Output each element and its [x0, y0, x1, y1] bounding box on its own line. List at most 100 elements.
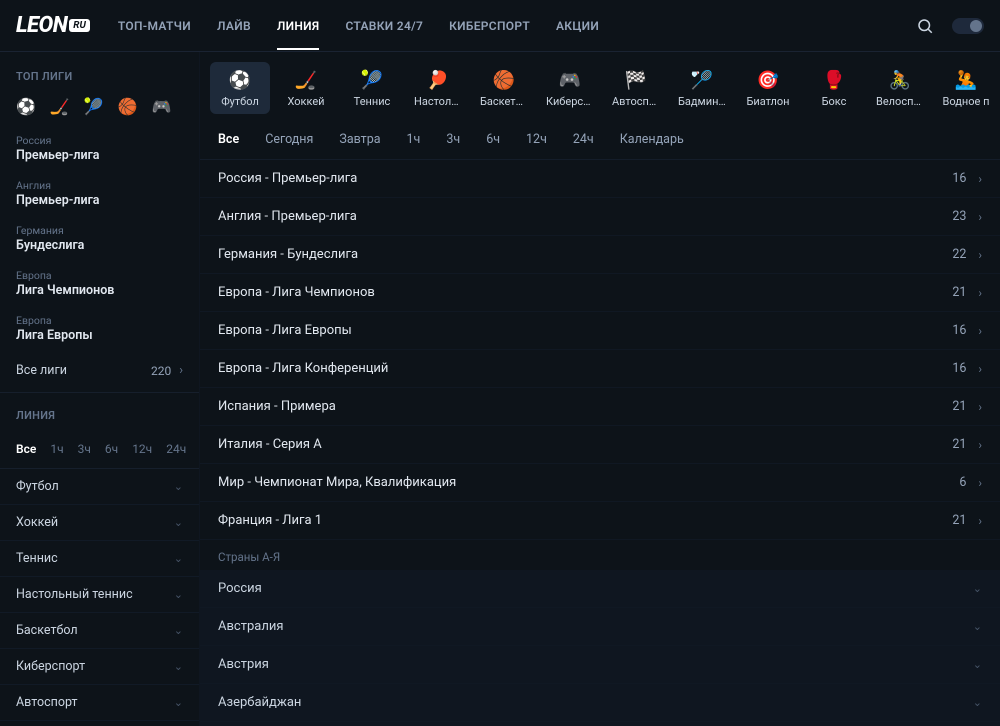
sport-label: Настольный теннис	[16, 587, 133, 602]
country-row[interactable]: Россия ⌄	[200, 570, 1000, 608]
chevron-down-icon: ⌄	[174, 552, 183, 565]
sport-tab[interactable]: 🏸 Бадминтон	[672, 62, 732, 114]
theme-toggle[interactable]	[952, 18, 984, 34]
chevron-down-icon: ⌄	[973, 696, 982, 709]
sidebar-league[interactable]: Англия Премьер-лига	[0, 173, 199, 218]
sport-tab-label: Баскетбол	[480, 95, 528, 108]
time-filter-tab[interactable]: Завтра	[339, 132, 380, 147]
sidebar-time-tab[interactable]: 1ч	[50, 442, 63, 456]
logo[interactable]: LEON RU	[16, 13, 90, 38]
nav-item[interactable]: ЛАЙВ	[217, 19, 251, 33]
chevron-down-icon: ⌄	[973, 620, 982, 633]
time-filter-tab[interactable]: 1ч	[407, 132, 421, 147]
time-filter-tab[interactable]: Все	[218, 132, 239, 147]
sport-icon[interactable]: 🎾	[84, 97, 104, 116]
sidebar-time-tab[interactable]: 3ч	[78, 442, 91, 456]
nav-item[interactable]: АКЦИИ	[556, 19, 599, 33]
sport-tab[interactable]: 🏁 Автоспорт	[606, 62, 666, 114]
sport-tab[interactable]: 🥊 Бокс	[804, 62, 864, 114]
sidebar-time-tab[interactable]: 6ч	[105, 442, 118, 456]
league-country: Германия	[16, 224, 183, 237]
sidebar-sport[interactable]: Хоккей⌄	[0, 505, 199, 541]
all-leagues-link[interactable]: Все лиги 220 ›	[0, 353, 199, 393]
league-row[interactable]: Россия - Премьер-лига 16 ›	[200, 160, 1000, 198]
sidebar-sport[interactable]: Автоспорт⌄	[0, 685, 199, 721]
sport-tab[interactable]: 🏓 Настольн…	[408, 62, 468, 114]
sport-icon[interactable]: 🎮	[152, 97, 172, 116]
sport-tab[interactable]: 🏀 Баскетбол	[474, 62, 534, 114]
sport-icon[interactable]: ⚽	[16, 97, 36, 116]
sport-icon[interactable]: 🏒	[50, 97, 70, 116]
time-filter-tab[interactable]: Сегодня	[265, 132, 313, 147]
country-name: Австралия	[218, 619, 284, 634]
search-icon[interactable]	[916, 17, 934, 35]
sidebar-sport[interactable]: Настольный теннис⌄	[0, 577, 199, 613]
league-row[interactable]: Европа - Лига Конференций 16 ›	[200, 350, 1000, 388]
league-row[interactable]: Мир - Чемпионат Мира, Квалификация 6 ›	[200, 464, 1000, 502]
sport-tab-label: Водное п	[942, 95, 990, 108]
sport-label: Хоккей	[16, 515, 58, 530]
sport-tab[interactable]: 🤽 Водное п	[936, 62, 996, 114]
sport-tab[interactable]: 🎯 Биатлон	[738, 62, 798, 114]
sport-tab-icon: 🎯	[744, 70, 792, 91]
sidebar-time-tab[interactable]: Все	[16, 442, 36, 456]
league-row[interactable]: Италия - Серия А 21 ›	[200, 426, 1000, 464]
sport-tab-icon: ⚽	[216, 70, 264, 91]
sidebar-time-tab[interactable]: 12ч	[132, 442, 152, 456]
nav-item[interactable]: КИБЕРСПОРТ	[449, 19, 530, 33]
sport-label: Автоспорт	[16, 695, 78, 710]
sidebar-league[interactable]: Европа Лига Европы	[0, 308, 199, 353]
sidebar-league[interactable]: Европа Лига Чемпионов	[0, 263, 199, 308]
league-row-count: 16	[952, 171, 966, 186]
league-row-count: 21	[952, 513, 966, 528]
league-row[interactable]: Франция - Лига 1 21 ›	[200, 502, 1000, 540]
time-filter: Все Сегодня Завтра 1ч 3ч 6ч 12ч 24ч Календарь	[200, 122, 1000, 160]
sidebar-league[interactable]: Германия Бундеслига	[0, 218, 199, 263]
sidebar-sport[interactable]: Бадминтон⌄	[0, 721, 199, 726]
sport-tab[interactable]: 🏒 Хоккей	[276, 62, 336, 114]
time-filter-tab[interactable]: 6ч	[486, 132, 500, 147]
nav-item[interactable]: ЛИНИЯ	[277, 19, 320, 33]
league-country: Англия	[16, 179, 183, 192]
sport-tab-icon: 🏁	[612, 70, 660, 91]
league-row-name: Мир - Чемпионат Мира, Квалификация	[218, 475, 456, 490]
league-row-count: 22	[952, 247, 966, 262]
sport-tab[interactable]: 🎮 Киберспо…	[540, 62, 600, 114]
nav-item[interactable]: ТОП-МАТЧИ	[118, 19, 191, 33]
sport-tab-label: Теннис	[348, 95, 396, 108]
league-country: Европа	[16, 269, 183, 282]
sport-label: Киберспорт	[16, 659, 85, 674]
country-row[interactable]: Австрия ⌄	[200, 646, 1000, 684]
time-filter-tab[interactable]: Календарь	[620, 132, 684, 147]
time-filter-tab[interactable]: 3ч	[446, 132, 460, 147]
sport-tab-icon: 🥊	[810, 70, 858, 91]
chevron-right-icon: ›	[978, 362, 982, 376]
sidebar-sport[interactable]: Киберспорт⌄	[0, 649, 199, 685]
sport-tab[interactable]: 🚴 Велоспорт	[870, 62, 930, 114]
league-row[interactable]: Европа - Лига Европы 16 ›	[200, 312, 1000, 350]
sport-tab[interactable]: ⚽ Футбол	[210, 62, 270, 114]
all-leagues-label: Все лиги	[16, 363, 67, 378]
sport-tab[interactable]: 🎾 Теннис	[342, 62, 402, 114]
time-filter-tab[interactable]: 12ч	[526, 132, 547, 147]
league-row[interactable]: Европа - Лига Чемпионов 21 ›	[200, 274, 1000, 312]
league-row-name: Франция - Лига 1	[218, 513, 322, 528]
league-row-count: 21	[952, 437, 966, 452]
country-row[interactable]: Азербайджан ⌄	[200, 684, 1000, 722]
sport-icon[interactable]: 🏀	[118, 97, 138, 116]
country-row[interactable]: Австралия ⌄	[200, 608, 1000, 646]
time-filter-tab[interactable]: 24ч	[573, 132, 594, 147]
league-row[interactable]: Англия - Премьер-лига 23 ›	[200, 198, 1000, 236]
league-name: Премьер-лига	[16, 148, 183, 163]
nav-item[interactable]: СТАВКИ 24/7	[345, 19, 423, 33]
sidebar-sport[interactable]: Футбол⌄	[0, 469, 199, 505]
sidebar-sport[interactable]: Баскетбол⌄	[0, 613, 199, 649]
league-row[interactable]: Испания - Примера 21 ›	[200, 388, 1000, 426]
sidebar-time-tab[interactable]: 24ч	[166, 442, 186, 456]
sidebar-league[interactable]: Россия Премьер-лига	[0, 128, 199, 173]
country-row[interactable]: Албания ⌄	[200, 722, 1000, 726]
sidebar-sport[interactable]: Теннис⌄	[0, 541, 199, 577]
logo-text: LEON	[16, 13, 67, 38]
chevron-down-icon: ⌄	[174, 624, 183, 637]
league-row[interactable]: Германия - Бундеслига 22 ›	[200, 236, 1000, 274]
